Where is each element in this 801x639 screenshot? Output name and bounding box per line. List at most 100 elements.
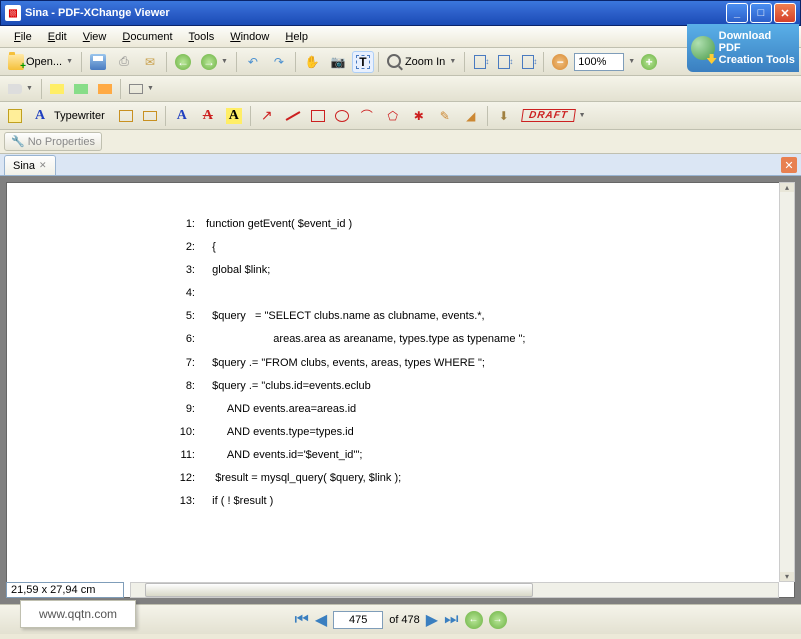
chevron-down-icon[interactable]: ▼	[628, 58, 635, 65]
horizontal-scrollbar[interactable]	[130, 582, 779, 598]
no-properties-button[interactable]: 🔧 No Properties	[4, 132, 102, 151]
print-button[interactable]: ⎙	[112, 51, 136, 73]
code-line: 3: global $link;	[167, 259, 754, 282]
code-line: 1: function getEvent( $event_id )	[167, 213, 754, 236]
text-strike-button[interactable]: A	[196, 105, 220, 127]
zoom-in-label: Zoom In	[405, 56, 445, 68]
highlight-config-button[interactable]: ▼	[125, 78, 158, 100]
sticky-note-button[interactable]	[4, 105, 26, 127]
typewriter-button[interactable]: ATypewriter	[28, 105, 113, 127]
fit-page-button[interactable]	[493, 51, 515, 73]
page-number-input[interactable]	[333, 611, 383, 629]
text-color-button[interactable]: A	[170, 105, 194, 127]
arrow-tool-button[interactable]: ↗	[255, 105, 279, 127]
close-all-tabs-button[interactable]: ✕	[781, 157, 797, 173]
highlight-yellow-icon	[50, 84, 64, 94]
stamp-tool-button[interactable]: ⬇	[492, 105, 516, 127]
zoom-in-button[interactable]: +	[637, 51, 661, 73]
polyline-tool-button[interactable]: ⌒	[355, 105, 379, 127]
oval-icon	[335, 110, 349, 122]
last-page-button[interactable]: ⏭	[444, 611, 458, 629]
tab-close-icon[interactable]: ✕	[39, 160, 47, 171]
code-line: 2: {	[167, 236, 754, 259]
open-button[interactable]: Open...▼	[4, 51, 77, 73]
callout-button[interactable]	[139, 105, 161, 127]
select-text-button[interactable]: T	[352, 51, 374, 73]
scrollbar-thumb[interactable]	[145, 583, 533, 597]
code-line: 12: $result = mysql_query( $query, $link…	[167, 467, 754, 490]
tab-label: Sina	[13, 160, 35, 172]
pencil-tool-button[interactable]: ✎	[433, 105, 457, 127]
code-line: 9: AND events.area=areas.id	[167, 398, 754, 421]
nav-forward-button[interactable]: →▼	[197, 51, 232, 73]
next-page-button[interactable]: ▶	[426, 610, 438, 630]
folder-open-icon	[8, 54, 24, 70]
nav-back-button[interactable]: ←	[171, 51, 195, 73]
next-view-button[interactable]: →	[489, 611, 507, 629]
menu-document[interactable]: Document	[114, 29, 180, 45]
highlight-yellow-button[interactable]	[46, 78, 68, 100]
code-line: 11: AND events.id='$event_id'";	[167, 444, 754, 467]
menu-view[interactable]: View	[75, 29, 115, 45]
prev-view-button[interactable]: ←	[465, 611, 483, 629]
prev-page-button[interactable]: ◀	[315, 610, 327, 630]
highlight-orange-button[interactable]	[94, 78, 116, 100]
document-tab[interactable]: Sina ✕	[4, 155, 56, 175]
first-page-button[interactable]: ⏮	[294, 611, 308, 629]
fit-width-button[interactable]	[517, 51, 539, 73]
minimize-button[interactable]: _	[726, 3, 748, 23]
properties-bar: 🔧 No Properties	[0, 130, 801, 154]
tag-icon	[8, 84, 22, 94]
close-button[interactable]: ✕	[774, 3, 796, 23]
magnifier-icon	[387, 54, 403, 70]
maximize-button[interactable]: □	[750, 3, 772, 23]
window-title: Sina - PDF-XChange Viewer	[25, 7, 726, 19]
menu-tools[interactable]: Tools	[181, 29, 223, 45]
cloud-tool-button[interactable]: ✱	[407, 105, 431, 127]
arrow-left-icon: ←	[175, 54, 191, 70]
arrow-right-icon: →	[201, 54, 217, 70]
plus-icon: +	[641, 54, 657, 70]
chevron-down-icon: ▼	[66, 58, 73, 65]
zoom-out-button[interactable]: −	[548, 51, 572, 73]
menu-file[interactable]: File	[6, 29, 40, 45]
typewriter-label: Typewriter	[50, 110, 109, 122]
download-pdf-badge[interactable]: Download PDFCreation Tools	[687, 24, 799, 72]
page-dimensions: 21,59 x 27,94 cm	[6, 582, 124, 598]
zoom-tool-button[interactable]: Zoom In ▼	[383, 51, 460, 73]
rect-tool-button[interactable]	[307, 105, 329, 127]
fit-width-icon	[522, 55, 534, 69]
text-highlight-icon: A	[226, 108, 242, 124]
rotate-ccw-button[interactable]: ↶	[241, 51, 265, 73]
text-highlight-button[interactable]: A	[222, 105, 246, 127]
actual-size-button[interactable]	[469, 51, 491, 73]
hand-tool-button[interactable]: ✋	[300, 51, 324, 73]
print-icon: ⎙	[116, 54, 132, 70]
mail-button[interactable]: ✉	[138, 51, 162, 73]
menu-window[interactable]: Window	[222, 29, 277, 45]
chevron-down-icon: ▼	[449, 58, 456, 65]
menu-edit[interactable]: Edit	[40, 29, 75, 45]
minus-icon: −	[552, 54, 568, 70]
highlight-green-button[interactable]	[70, 78, 92, 100]
rotate-ccw-icon: ↶	[245, 54, 261, 70]
typewriter-icon: A	[32, 108, 48, 124]
bookmark-button[interactable]: ▼	[4, 78, 37, 100]
polygon-tool-button[interactable]: ⬠	[381, 105, 405, 127]
draft-stamp-button[interactable]: DRAFT▼	[518, 105, 590, 127]
menu-help[interactable]: Help	[277, 29, 316, 45]
rotate-cw-button[interactable]: ↷	[267, 51, 291, 73]
eraser-tool-button[interactable]: ◢	[459, 105, 483, 127]
save-button[interactable]	[86, 51, 110, 73]
oval-tool-button[interactable]	[331, 105, 353, 127]
snapshot-button[interactable]: 📷	[326, 51, 350, 73]
code-line: 6: areas.area as areaname, types.type as…	[167, 328, 754, 351]
line-tool-button[interactable]	[281, 105, 305, 127]
textbox-button[interactable]	[115, 105, 137, 127]
vertical-scrollbar[interactable]	[779, 182, 795, 582]
pdf-page[interactable]: 1: function getEvent( $event_id )2: {3: …	[6, 182, 795, 598]
code-line: 10: AND events.type=types.id	[167, 421, 754, 444]
zoom-input[interactable]	[574, 53, 624, 71]
globe-download-icon	[691, 36, 715, 60]
polygon-icon: ⬠	[385, 108, 401, 124]
